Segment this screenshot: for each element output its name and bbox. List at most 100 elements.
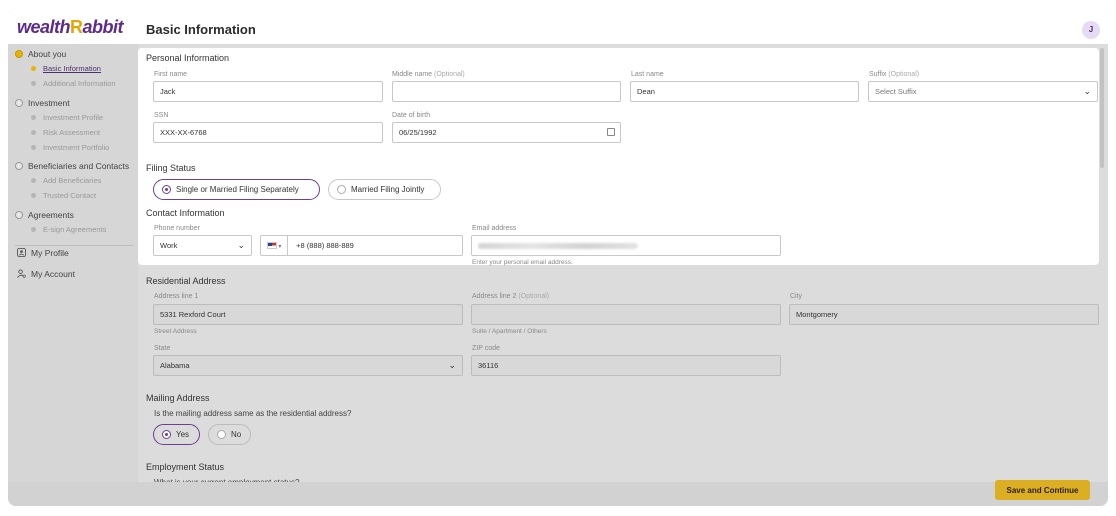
city-label: City bbox=[790, 293, 803, 300]
page-title: Basic Information bbox=[146, 22, 256, 37]
suffix-placeholder: Select Suffix bbox=[875, 87, 917, 96]
phone-field[interactable]: ▾ +8 (888) 888-889 bbox=[260, 235, 463, 256]
last-name-field[interactable]: Dean bbox=[630, 81, 859, 102]
sidebar-item-additional-information[interactable]: Additional Information bbox=[31, 79, 116, 88]
sidebar-item-esign-agreements[interactable]: E-sign Agreements bbox=[31, 225, 106, 234]
zip-label: ZIP code bbox=[472, 345, 500, 352]
middle-name-label: Middle name (Optional) bbox=[392, 71, 465, 78]
redacted-email bbox=[478, 243, 638, 250]
user-settings-icon bbox=[17, 269, 26, 278]
sidebar-item-label: Risk Assessment bbox=[43, 128, 101, 137]
address1-hint: Street Address bbox=[154, 328, 197, 335]
sidebar-item-trusted-contact[interactable]: Trusted Contact bbox=[31, 191, 96, 200]
country-select[interactable]: ▾ bbox=[261, 236, 288, 255]
step-active-icon bbox=[15, 50, 23, 58]
section-title-employment: Employment Status bbox=[146, 462, 225, 472]
address1-label: Address line 1 bbox=[154, 293, 199, 300]
state-value: Alabama bbox=[160, 361, 190, 370]
wealthrabbit-logo[interactable]: wealthRabbit bbox=[17, 17, 124, 38]
save-and-continue-button[interactable]: Save and Continue bbox=[995, 480, 1090, 500]
sidebar-item-investment-profile[interactable]: Investment Profile bbox=[31, 113, 103, 122]
substep-icon bbox=[31, 178, 36, 183]
sidebar-link-my-profile[interactable]: My Profile bbox=[17, 248, 69, 258]
filing-option-single[interactable]: Single or Married Filing Separately bbox=[153, 179, 320, 200]
substep-icon bbox=[31, 130, 36, 135]
focus-card: Personal Information First name Jack Mid… bbox=[138, 48, 1099, 266]
logo-text-mid: R bbox=[70, 17, 83, 37]
filing-option-joint[interactable]: Married Filing Jointly bbox=[328, 179, 441, 200]
step-icon bbox=[15, 162, 23, 170]
chevron-down-icon: ⌄ bbox=[448, 360, 456, 370]
optional-tag: (Optional) bbox=[434, 71, 465, 78]
address2-field[interactable] bbox=[471, 304, 781, 325]
first-name-field[interactable]: Jack bbox=[153, 81, 383, 102]
suffix-label: Suffix (Optional) bbox=[869, 71, 919, 78]
sidebar-section-agreements[interactable]: Agreements bbox=[15, 210, 74, 220]
dob-label: Date of birth bbox=[392, 112, 431, 119]
last-name-label: Last name bbox=[631, 71, 664, 78]
sidebar-item-risk-assessment[interactable]: Risk Assessment bbox=[31, 128, 100, 137]
mailing-question: Is the mailing address same as the resid… bbox=[154, 409, 352, 418]
sidebar-section-about-you[interactable]: About you bbox=[15, 49, 66, 59]
mailing-no-option[interactable]: No bbox=[208, 424, 251, 445]
optional-tag: (Optional) bbox=[888, 71, 920, 78]
calendar-icon[interactable] bbox=[607, 128, 615, 136]
ssn-field[interactable]: XXX-XX-6768 bbox=[153, 122, 383, 143]
sidebar-item-add-beneficiaries[interactable]: Add Beneficiaries bbox=[31, 176, 101, 185]
sidebar-section-beneficiaries[interactable]: Beneficiaries and Contacts bbox=[15, 161, 129, 171]
optional-tag: (Optional) bbox=[518, 293, 550, 300]
radio-label: Single or Married Filing Separately bbox=[176, 185, 299, 194]
footer-bar bbox=[8, 482, 1108, 506]
substep-icon bbox=[31, 81, 36, 86]
top-header: wealthRabbit Basic Information J bbox=[8, 8, 1108, 44]
label-text: Address line 2 bbox=[472, 293, 517, 300]
main-content: Personal Information First name Jack Mid… bbox=[138, 44, 1108, 506]
radio-selected-icon bbox=[162, 185, 171, 194]
first-name-label: First name bbox=[154, 71, 188, 78]
substep-icon bbox=[31, 115, 36, 120]
section-title-personal: Personal Information bbox=[146, 53, 230, 63]
city-field[interactable]: Montgomery bbox=[789, 304, 1099, 325]
sidebar-item-label: Basic Information bbox=[43, 64, 101, 73]
sidebar-section-label: Investment bbox=[28, 98, 70, 108]
dob-field[interactable]: 06/25/1992 bbox=[392, 122, 621, 143]
label-text: Middle name bbox=[392, 71, 433, 78]
phone-type-select[interactable]: Work ⌄ bbox=[153, 235, 252, 256]
ssn-label: SSN bbox=[154, 112, 169, 119]
sidebar-link-label: My Account bbox=[31, 269, 75, 279]
chevron-down-icon: ⌄ bbox=[237, 240, 245, 250]
sidebar-section-investment[interactable]: Investment bbox=[15, 98, 70, 108]
section-title-mailing: Mailing Address bbox=[146, 393, 210, 403]
sidebar: About you Basic Information Additional I… bbox=[8, 44, 138, 506]
vertical-scrollbar[interactable] bbox=[1100, 48, 1104, 168]
sidebar-item-investment-portfolio[interactable]: Investment Portfolio bbox=[31, 143, 109, 152]
substep-active-icon bbox=[31, 66, 36, 71]
phone-type-value: Work bbox=[160, 241, 178, 250]
sidebar-link-my-account[interactable]: My Account bbox=[17, 269, 75, 279]
email-field[interactable] bbox=[471, 235, 781, 256]
sidebar-link-label: My Profile bbox=[31, 248, 69, 258]
sidebar-item-label: Trusted Contact bbox=[43, 191, 97, 200]
logo-text-left: wealth bbox=[17, 17, 71, 37]
suffix-select[interactable]: Select Suffix ⌄ bbox=[868, 81, 1098, 102]
sidebar-section-label: About you bbox=[28, 49, 67, 59]
mailing-yes-option[interactable]: Yes bbox=[153, 424, 200, 445]
sidebar-item-label: Investment Portfolio bbox=[43, 143, 110, 152]
sidebar-item-basic-information[interactable]: Basic Information bbox=[31, 64, 101, 73]
app-window: wealthRabbit Basic Information J About y… bbox=[8, 8, 1108, 506]
radio-selected-icon bbox=[162, 430, 171, 439]
zip-field[interactable]: 36116 bbox=[471, 355, 781, 376]
user-avatar[interactable]: J bbox=[1082, 21, 1100, 39]
state-select[interactable]: Alabama ⌄ bbox=[153, 355, 463, 376]
sidebar-item-label: Investment Profile bbox=[43, 113, 104, 122]
sidebar-item-label: Add Beneficiaries bbox=[43, 176, 102, 185]
radio-icon bbox=[217, 430, 226, 439]
address1-field[interactable]: 5331 Rexford Court bbox=[153, 304, 463, 325]
middle-name-field[interactable] bbox=[392, 81, 621, 102]
substep-icon bbox=[31, 227, 36, 232]
phone-value: +8 (888) 888-889 bbox=[296, 241, 354, 250]
address2-label: Address line 2 (Optional) bbox=[472, 293, 549, 300]
profile-card-icon bbox=[17, 248, 26, 257]
substep-icon bbox=[31, 193, 36, 198]
section-title-filing: Filing Status bbox=[146, 163, 196, 173]
